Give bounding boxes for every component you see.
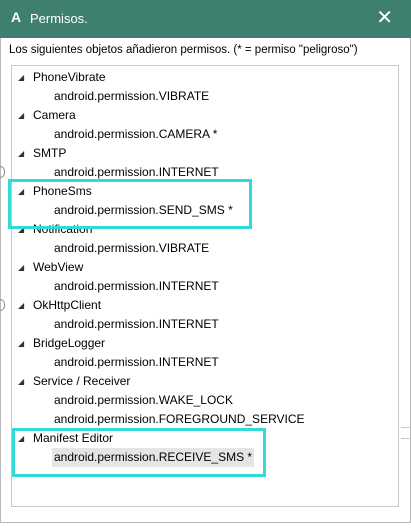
tree-node-label: SMTP <box>33 146 67 160</box>
close-icon[interactable]: ✕ <box>376 7 393 29</box>
tree-node-notification[interactable]: ◢ Notification <box>18 220 92 239</box>
tree-leaf-permission[interactable]: android.permission.INTERNET <box>52 353 221 372</box>
tree-node-label: Manifest Editor <box>33 431 114 445</box>
expander-icon[interactable]: ◢ <box>18 182 28 201</box>
tree-node-label: Camera <box>33 108 76 122</box>
tree-leaf-permission[interactable]: android.permission.INTERNET <box>52 163 221 182</box>
tree-node-label: WebView <box>33 260 84 274</box>
tree-node-label: PhoneVibrate <box>33 70 106 84</box>
expander-icon[interactable]: ◢ <box>18 68 28 87</box>
permissions-tree[interactable]: ◢ PhoneVibrate android.permission.VIBRATE… <box>11 65 399 507</box>
expander-icon[interactable]: ◢ <box>18 334 28 353</box>
title-bar: A Permisos. ✕ <box>0 0 411 38</box>
tree-node-camera[interactable]: ◢ Camera <box>18 106 76 125</box>
tree-node-service-receiver[interactable]: ◢ Service / Receiver <box>18 372 130 391</box>
tree-node-manifest-editor[interactable]: ◢ Manifest Editor <box>18 429 113 448</box>
tree-leaf-permission[interactable]: android.permission.CAMERA * <box>52 125 219 144</box>
tree-leaf-permission[interactable]: android.permission.WAKE_LOCK <box>52 391 235 410</box>
tree-leaf-permission-selected[interactable]: android.permission.RECEIVE_SMS * <box>52 448 255 467</box>
tree-node-phonesms[interactable]: ◢ PhoneSms <box>18 182 92 201</box>
expander-icon[interactable]: ◢ <box>18 429 28 448</box>
tree-leaf-permission[interactable]: android.permission.SEND_SMS * <box>52 201 235 220</box>
expander-icon[interactable]: ◢ <box>18 258 28 277</box>
tree-node-webview[interactable]: ◢ WebView <box>18 258 83 277</box>
edge-fragment <box>401 438 411 439</box>
tree-leaf-permission[interactable]: android.permission.VIBRATE <box>52 87 211 106</box>
permissions-description: Los siguientes objetos añadieron permiso… <box>9 44 358 56</box>
tree-node-label: OkHttpClient <box>33 298 102 312</box>
expander-icon[interactable]: ◢ <box>18 220 28 239</box>
tree-node-label: PhoneSms <box>33 184 92 198</box>
tree-node-okhttpclient[interactable]: ◢ OkHttpClient <box>18 296 101 315</box>
expander-icon[interactable]: ◢ <box>18 106 28 125</box>
app-icon: A <box>11 9 22 25</box>
tree-leaf-permission[interactable]: android.permission.VIBRATE <box>52 239 211 258</box>
tree-node-label: BridgeLogger <box>33 336 106 350</box>
tree-leaf-permission[interactable]: android.permission.INTERNET <box>52 277 221 296</box>
tree-node-label: Service / Receiver <box>33 374 131 388</box>
tree-leaf-permission[interactable]: android.permission.FOREGROUND_SERVICE <box>52 410 307 429</box>
tree-node-bridgelogger[interactable]: ◢ BridgeLogger <box>18 334 105 353</box>
tree-node-phonevibrate[interactable]: ◢ PhoneVibrate <box>18 68 106 87</box>
tree-leaf-permission[interactable]: android.permission.INTERNET <box>52 315 221 334</box>
edge-fragment <box>401 427 411 428</box>
expander-icon[interactable]: ◢ <box>18 296 28 315</box>
expander-icon[interactable]: ◢ <box>18 372 28 391</box>
tree-node-smtp[interactable]: ◢ SMTP <box>18 144 66 163</box>
tree-node-label: Notification <box>33 222 93 236</box>
dialog-title: Permisos. <box>30 11 88 26</box>
expander-icon[interactable]: ◢ <box>18 144 28 163</box>
